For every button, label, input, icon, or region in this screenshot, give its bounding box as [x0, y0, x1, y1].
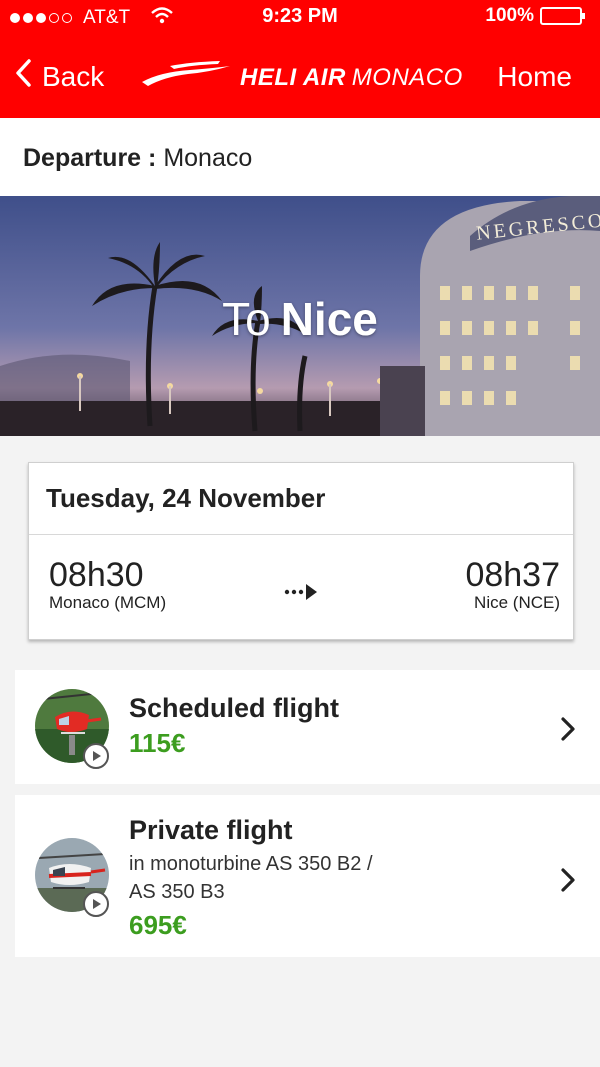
destination-title: To Nice — [0, 292, 600, 346]
scheduled-flight-option[interactable]: Scheduled flight 115€ — [15, 670, 600, 784]
chevron-left-icon — [14, 58, 42, 95]
top-bar: AT&T 9:23 PM 100% Back HELI AIR MONACO H… — [0, 0, 600, 118]
option-price: 695€ — [129, 910, 187, 940]
option-price: 115€ — [129, 728, 186, 758]
option-subtitle-line2: AS 350 B3 — [129, 881, 225, 903]
play-icon[interactable] — [83, 891, 109, 917]
heli-air-monaco-logo: HELI AIR MONACO — [140, 60, 463, 95]
destination-prefix: To — [222, 293, 271, 345]
home-button[interactable]: Home — [497, 61, 572, 93]
battery-percent: 100% — [485, 5, 534, 26]
play-icon[interactable] — [83, 743, 109, 769]
destination-name: Nice — [280, 293, 378, 345]
chevron-right-icon — [560, 716, 576, 747]
option-title: Scheduled flight — [129, 693, 340, 723]
battery-icon — [540, 7, 585, 25]
navigation-bar: Back HELI AIR MONACO Home — [0, 40, 600, 116]
departure-info: Departure : Monaco — [0, 118, 600, 196]
logo-light-text: MONACO — [351, 63, 463, 91]
flight-schedule-card: Tuesday, 24 November 08h30 Monaco (MCM) … — [28, 462, 574, 640]
destination-hero-image: NEGRESCO To Nice — [0, 196, 600, 436]
arrow-right-icon — [284, 583, 318, 606]
status-bar: AT&T 9:23 PM 100% — [0, 0, 600, 36]
private-flight-option[interactable]: Private flight in monoturbine AS 350 B2 … — [15, 795, 600, 957]
logo-bold-text: HELI AIR — [240, 63, 346, 91]
arrival-time: 08h37 — [465, 556, 560, 594]
flight-date: Tuesday, 24 November — [29, 463, 573, 535]
chevron-right-icon — [560, 867, 576, 898]
departure-value: Monaco — [163, 144, 253, 172]
option-subtitle-line1: in monoturbine AS 350 B2 / — [129, 853, 373, 875]
back-label: Back — [42, 60, 105, 92]
back-button[interactable]: Back — [14, 58, 104, 95]
departure-label: Departure : — [23, 144, 157, 172]
option-title: Private flight — [129, 815, 293, 845]
logo-swoosh-icon — [140, 60, 232, 95]
arrival-block: 08h37 Nice (NCE) — [465, 557, 560, 613]
departure-airport: Monaco (MCM) — [49, 593, 167, 612]
arrival-airport: Nice (NCE) — [474, 593, 560, 612]
departure-block: 08h30 Monaco (MCM) — [49, 557, 166, 613]
departure-time: 08h30 — [49, 556, 144, 594]
